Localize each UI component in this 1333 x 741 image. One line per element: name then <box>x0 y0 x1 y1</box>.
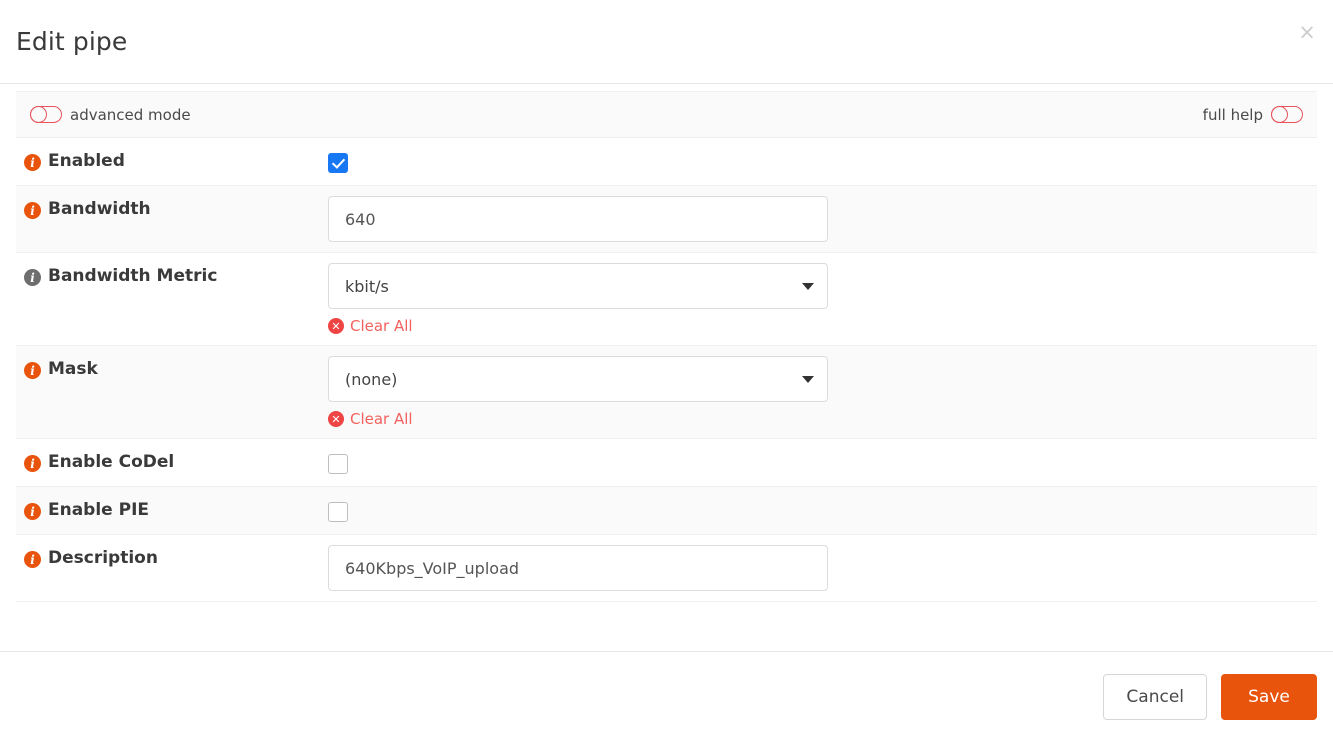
enable-codel-checkbox[interactable] <box>328 453 348 474</box>
form-row-bandwidth-metric: i Bandwidth Metric kbit/s ✕ Clear All <box>16 253 1317 346</box>
form-row-description: i Description <box>16 535 1317 602</box>
close-circle-icon: ✕ <box>328 411 344 427</box>
info-icon[interactable]: i <box>24 154 41 171</box>
enable-pie-checkbox[interactable] <box>328 501 348 522</box>
label-text: Description <box>48 548 158 568</box>
bandwidth-input[interactable] <box>328 196 828 242</box>
field-label-enable-pie: i Enable PIE <box>16 487 328 534</box>
cancel-button[interactable]: Cancel <box>1103 673 1207 720</box>
info-icon[interactable]: i <box>24 503 41 520</box>
save-button[interactable]: Save <box>1221 673 1317 720</box>
advanced-mode-label: advanced mode <box>70 105 191 124</box>
form-row-enabled: i Enabled <box>16 138 1317 186</box>
description-input[interactable] <box>328 545 828 591</box>
clear-all-mask[interactable]: ✕ Clear All <box>328 410 413 428</box>
mode-toggle-bar: advanced mode full help <box>16 91 1317 138</box>
label-text: Bandwidth <box>48 199 151 219</box>
full-help-label: full help <box>1202 105 1263 124</box>
field-label-enable-codel: i Enable CoDel <box>16 439 328 486</box>
dialog-header: Edit pipe × <box>0 0 1333 84</box>
advanced-mode-toggle[interactable]: advanced mode <box>30 106 191 124</box>
field-label-enabled: i Enabled <box>16 138 328 185</box>
toggle-switch-icon[interactable] <box>30 106 62 123</box>
form-row-bandwidth: i Bandwidth <box>16 186 1317 253</box>
close-circle-icon: ✕ <box>328 318 344 334</box>
full-help-toggle[interactable]: full help <box>1203 106 1303 124</box>
bandwidth-metric-select[interactable]: kbit/s <box>328 263 828 309</box>
field-label-description: i Description <box>16 535 328 582</box>
info-icon[interactable]: i <box>24 202 41 219</box>
label-text: Enable PIE <box>48 500 150 520</box>
field-control-enabled <box>328 138 1317 183</box>
dialog-footer: Cancel Save <box>0 651 1333 741</box>
enabled-checkbox[interactable] <box>328 152 348 173</box>
field-label-mask: i Mask <box>16 346 328 393</box>
label-text: Enable CoDel <box>48 452 175 472</box>
close-icon[interactable]: × <box>1293 18 1321 46</box>
label-text: Bandwidth Metric <box>48 266 218 286</box>
label-text: Mask <box>48 359 98 379</box>
info-icon[interactable]: i <box>24 269 41 286</box>
toggle-switch-icon[interactable] <box>1271 106 1303 123</box>
field-control-bandwidth <box>328 186 1317 252</box>
field-control-bandwidth-metric: kbit/s ✕ Clear All <box>328 253 1317 345</box>
select-value[interactable]: (none) <box>328 356 828 402</box>
mask-select[interactable]: (none) <box>328 356 828 402</box>
field-label-bandwidth-metric: i Bandwidth Metric <box>16 253 328 300</box>
clear-all-bandwidth-metric[interactable]: ✕ Clear All <box>328 317 413 335</box>
select-value[interactable]: kbit/s <box>328 263 828 309</box>
form-row-mask: i Mask (none) ✕ Clear All <box>16 346 1317 439</box>
form-body: advanced mode full help i Enabled i Band… <box>0 84 1333 602</box>
field-control-mask: (none) ✕ Clear All <box>328 346 1317 438</box>
info-icon[interactable]: i <box>24 362 41 379</box>
form-row-enable-codel: i Enable CoDel <box>16 439 1317 487</box>
page-title: Edit pipe <box>16 27 128 56</box>
field-control-enable-codel <box>328 439 1317 484</box>
info-icon[interactable]: i <box>24 455 41 472</box>
field-label-bandwidth: i Bandwidth <box>16 186 328 233</box>
info-icon[interactable]: i <box>24 551 41 568</box>
clear-all-label: Clear All <box>350 317 413 335</box>
clear-all-label: Clear All <box>350 410 413 428</box>
edit-pipe-dialog: Edit pipe × advanced mode full help i En… <box>0 0 1333 741</box>
label-text: Enabled <box>48 151 125 171</box>
form-row-enable-pie: i Enable PIE <box>16 487 1317 535</box>
field-control-enable-pie <box>328 487 1317 532</box>
field-control-description <box>328 535 1317 601</box>
